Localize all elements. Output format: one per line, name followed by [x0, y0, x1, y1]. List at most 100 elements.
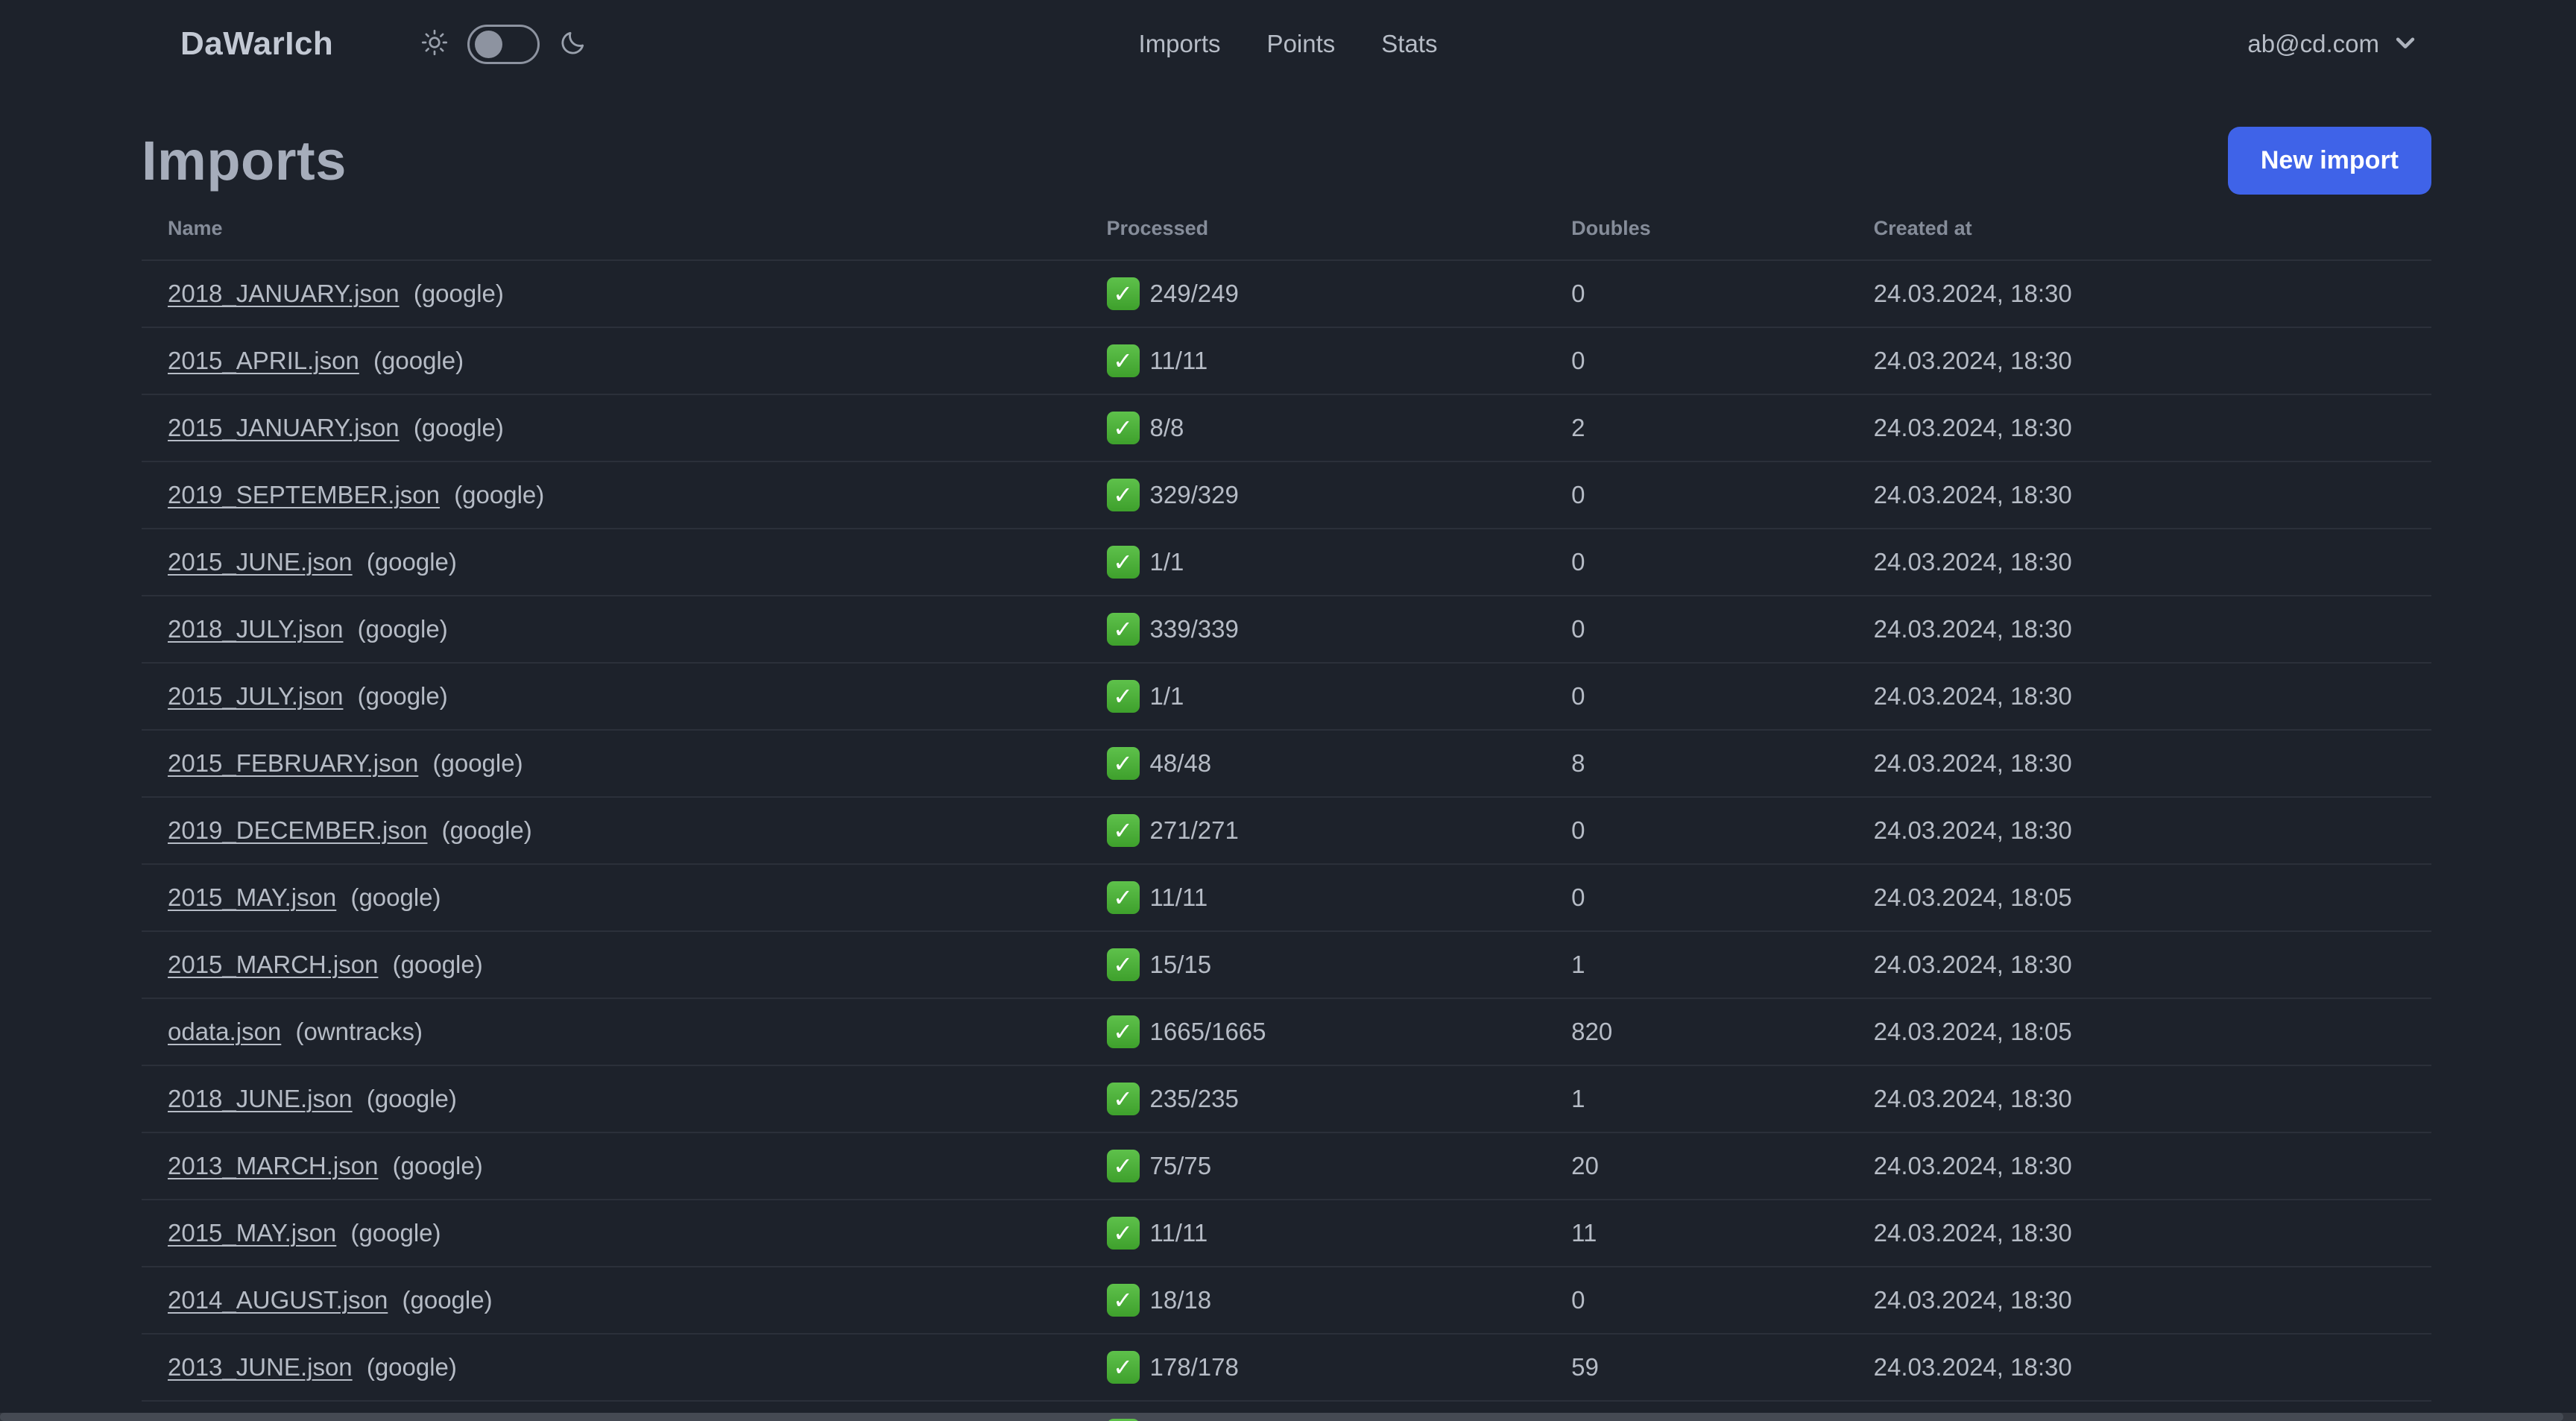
table-row: 2018_JANUARY.json (google) ✓ 249/249 0 2…	[142, 260, 2431, 327]
table-row: 2018_JULY.json (google) ✓ 339/339 0 24.0…	[142, 596, 2431, 663]
import-file-link[interactable]: 2015_JULY.json	[168, 682, 343, 710]
import-source-label: (google)	[441, 816, 532, 844]
main-content: Imports New import Name Processed Double…	[0, 127, 2576, 1421]
doubles-cell: 0	[1571, 548, 1585, 576]
import-file-link[interactable]: 2013_MARCH.json	[168, 1152, 378, 1179]
nav-link-stats[interactable]: Stats	[1381, 30, 1437, 58]
created-at-cell: 24.03.2024, 18:30	[1873, 1353, 2072, 1381]
created-at-cell: 24.03.2024, 18:30	[1873, 414, 2072, 441]
processed-count: 15/15	[1149, 951, 1212, 978]
processed-count: 1/1	[1149, 548, 1184, 576]
table-row: 2015_JUNE.json (google) ✓ 1/1 0 24.03.20…	[142, 529, 2431, 596]
table-row: 2015_MAY.json (google) ✓ 11/11 0 24.03.2…	[142, 864, 2431, 931]
name-cell: 2018_JULY.json (google)	[142, 596, 1081, 663]
doubles-cell: 1	[1571, 951, 1585, 978]
theme-toggle-switch[interactable]	[467, 24, 540, 64]
import-file-link[interactable]: 2015_JUNE.json	[168, 548, 353, 576]
check-success-icon: ✓	[1106, 1418, 1140, 1421]
created-at-cell: 24.03.2024, 18:30	[1873, 749, 2072, 777]
import-source-label: (google)	[350, 1219, 441, 1247]
processed-count: 271/271	[1149, 816, 1239, 844]
toggle-knob	[475, 30, 503, 58]
table-row: 2018_JUNE.json (google) ✓ 235/235 1 24.0…	[142, 1065, 2431, 1132]
import-file-link[interactable]: 2015_APRIL.json	[168, 347, 359, 374]
check-success-icon: ✓	[1106, 479, 1140, 511]
processed-count: 178/178	[1149, 1353, 1239, 1381]
import-file-link[interactable]: 2018_JUNE.json	[168, 1085, 353, 1112]
processed-count: 235/235	[1149, 1085, 1239, 1112]
import-file-link[interactable]: 2015_FEBRUARY.json	[168, 749, 418, 777]
table-row: 2015_JULY.json (google) ✓ 1/1 0 24.03.20…	[142, 663, 2431, 730]
created-at-cell: 24.03.2024, 18:30	[1873, 280, 2072, 307]
processed-cell: ✓ 178/178	[1081, 1334, 1546, 1401]
import-file-link[interactable]: 2015_MAY.json	[168, 883, 336, 911]
import-file-link[interactable]: 2019_SEPTEMBER.json	[168, 481, 440, 508]
import-file-link[interactable]: 2015_MARCH.json	[168, 951, 378, 978]
name-cell: 2015_MAY.json (google)	[142, 864, 1081, 931]
processed-cell: ✓	[1081, 1401, 1546, 1421]
name-cell: 2015_MAY.json (google)	[142, 1200, 1081, 1267]
processed-cell: ✓ 48/48	[1081, 730, 1546, 797]
name-cell: 2018_JUNE.json (google)	[142, 1065, 1081, 1132]
created-at-cell: 24.03.2024, 18:30	[1873, 615, 2072, 643]
processed-count: 249/249	[1149, 280, 1239, 307]
top-navbar: DaWarIch Imports Points Stats ab@cd.com	[0, 0, 2576, 88]
name-cell: 2013_MARCH.json (google)	[142, 1132, 1081, 1200]
imports-table: Name Processed Doubles Created at 2018_J…	[142, 205, 2431, 1421]
new-import-button[interactable]: New import	[2227, 127, 2431, 195]
created-at-cell: 24.03.2024, 18:30	[1873, 1219, 2072, 1247]
processed-cell: ✓ 339/339	[1081, 596, 1546, 663]
import-file-link[interactable]: 2015_MAY.json	[168, 1219, 336, 1247]
import-file-link[interactable]: 2014_AUGUST.json	[168, 1286, 388, 1314]
doubles-cell: 20	[1571, 1152, 1599, 1179]
name-cell: 2013_JUNE.json (google)	[142, 1334, 1081, 1401]
name-cell: 2015_JANUARY.json (google)	[142, 394, 1081, 461]
check-success-icon: ✓	[1106, 613, 1140, 646]
table-row: 2015_JANUARY.json (google) ✓ 8/8 2 24.03…	[142, 394, 2431, 461]
name-cell: 2015_JUNE.json (google)	[142, 529, 1081, 596]
check-success-icon: ✓	[1106, 1351, 1140, 1384]
sun-icon	[421, 29, 448, 60]
import-file-link[interactable]: 2013_JUNE.json	[168, 1353, 353, 1381]
table-row: 2013_MARCH.json (google) ✓ 75/75 20 24.0…	[142, 1132, 2431, 1200]
import-file-link[interactable]: 2019_DECEMBER.json	[168, 816, 428, 844]
nav-link-imports[interactable]: Imports	[1139, 30, 1221, 58]
processed-cell: ✓ 1/1	[1081, 529, 1546, 596]
nav-link-points[interactable]: Points	[1267, 30, 1336, 58]
processed-count: 18/18	[1149, 1286, 1212, 1314]
doubles-cell: 0	[1571, 280, 1585, 307]
main-nav: Imports Points Stats	[1139, 30, 1438, 58]
chevron-down-icon	[2393, 30, 2418, 59]
processed-count: 1/1	[1149, 682, 1184, 710]
check-success-icon: ✓	[1106, 1284, 1140, 1317]
import-source-label: (google)	[392, 951, 483, 978]
processed-cell: ✓ 271/271	[1081, 797, 1546, 864]
processed-count: 329/329	[1149, 481, 1239, 508]
import-source-label: (google)	[413, 414, 504, 441]
processed-count: 1665/1665	[1149, 1018, 1266, 1045]
import-file-link[interactable]: odata.json	[168, 1018, 281, 1045]
processed-count: 339/339	[1149, 615, 1239, 643]
processed-cell: ✓ 329/329	[1081, 461, 1546, 529]
check-success-icon: ✓	[1106, 1015, 1140, 1048]
import-file-link[interactable]: 2018_JULY.json	[168, 615, 343, 643]
user-menu[interactable]: ab@cd.com	[2247, 30, 2418, 59]
import-source-label: (google)	[366, 1085, 457, 1112]
doubles-cell: 8	[1571, 749, 1585, 777]
created-at-cell: 24.03.2024, 18:30	[1873, 1286, 2072, 1314]
check-success-icon: ✓	[1106, 747, 1140, 780]
doubles-cell: 0	[1571, 481, 1585, 508]
page-title: Imports	[142, 130, 347, 192]
import-file-link[interactable]: 2015_JANUARY.json	[168, 414, 400, 441]
import-source-label: (owntracks)	[295, 1018, 423, 1045]
processed-cell: ✓ 1/1	[1081, 663, 1546, 730]
table-row: 2015_MAY.json (google) ✓ 11/11 11 24.03.…	[142, 1200, 2431, 1267]
check-success-icon: ✓	[1106, 1083, 1140, 1115]
processed-cell: ✓ 249/249	[1081, 260, 1546, 327]
processed-cell: ✓ 75/75	[1081, 1132, 1546, 1200]
import-file-link[interactable]: 2018_JANUARY.json	[168, 280, 400, 307]
check-success-icon: ✓	[1106, 277, 1140, 310]
app-logo[interactable]: DaWarIch	[180, 25, 333, 63]
name-cell: 2015_APRIL.json (google)	[142, 327, 1081, 394]
table-row: 2013_JUNE.json (google) ✓ 178/178 59 24.…	[142, 1334, 2431, 1401]
